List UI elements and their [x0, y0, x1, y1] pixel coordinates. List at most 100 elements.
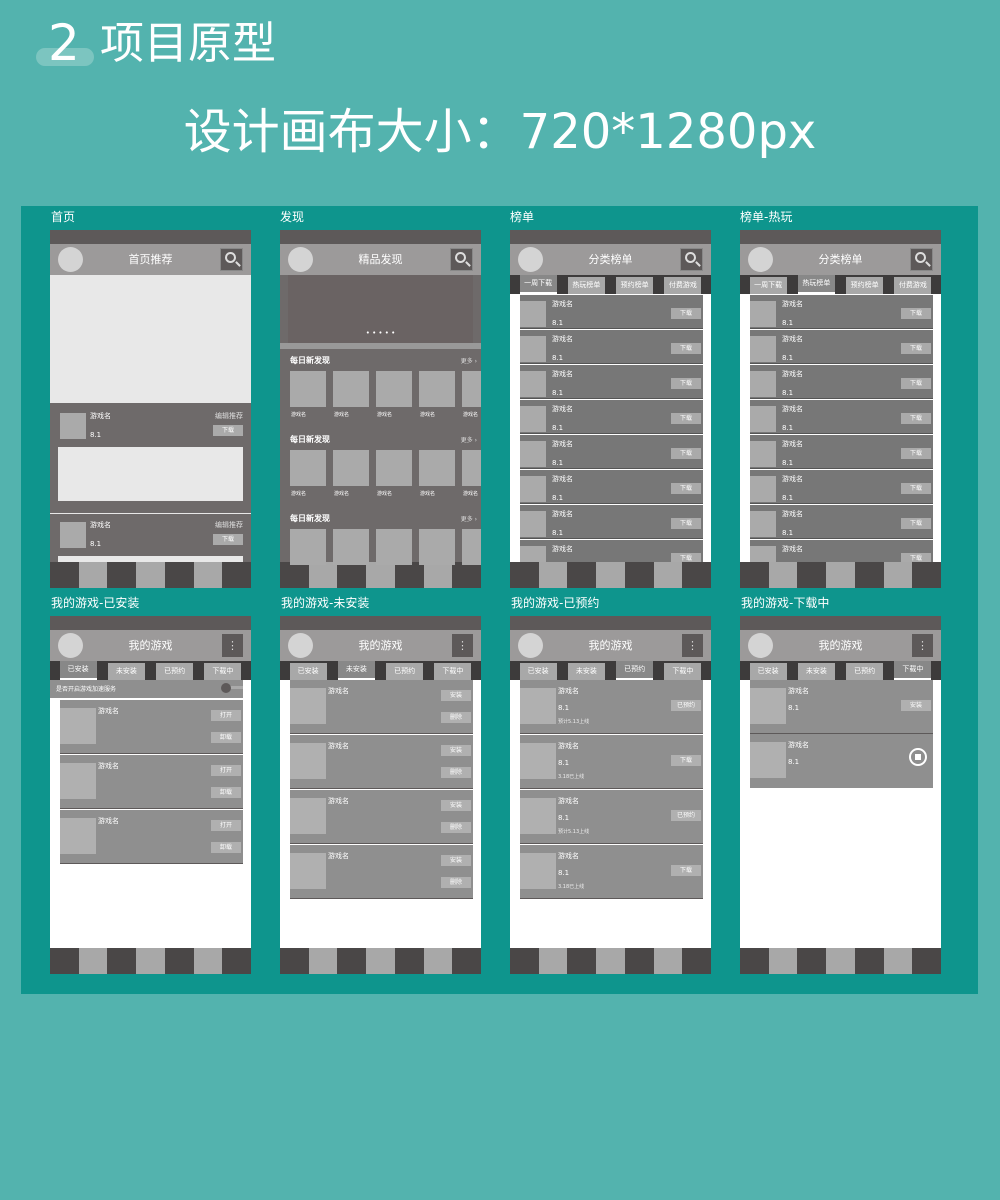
- bottom-nav[interactable]: [50, 562, 251, 588]
- game-row[interactable]: 游戏名 安装 删除: [290, 680, 473, 734]
- search-button[interactable]: [450, 248, 473, 271]
- tab-reserved[interactable]: 已预约: [156, 663, 194, 680]
- delete-button[interactable]: 删除: [441, 767, 471, 778]
- bottom-nav[interactable]: [280, 562, 481, 588]
- download-button[interactable]: 下载: [671, 308, 701, 319]
- game-tile[interactable]: [376, 450, 412, 486]
- featured-card[interactable]: 游戏名 8.1 编辑推荐 下载: [50, 403, 251, 513]
- tab-downloading[interactable]: 下载中: [204, 663, 242, 680]
- rank-row[interactable]: 游戏名 8.1 下载: [520, 505, 703, 539]
- game-tile[interactable]: [419, 529, 455, 565]
- tab-installed[interactable]: 已安装: [519, 663, 557, 680]
- rank-row[interactable]: 游戏名 8.1 下载: [750, 435, 933, 469]
- rank-row[interactable]: 游戏名 8.1 下载: [750, 330, 933, 364]
- open-button[interactable]: 打开: [211, 710, 241, 721]
- rank-row[interactable]: 游戏名 8.1 下载: [750, 505, 933, 539]
- game-row[interactable]: 游戏名 8.1 预计5.13上线 已预约: [520, 790, 703, 844]
- rank-row[interactable]: 游戏名 8.1 下载: [520, 470, 703, 504]
- install-button[interactable]: 安装: [901, 700, 931, 711]
- game-row[interactable]: 游戏名 安装 删除: [290, 790, 473, 844]
- tab-installed[interactable]: 已安装: [59, 661, 97, 680]
- tab-installed[interactable]: 已安装: [749, 663, 787, 680]
- uninstall-button[interactable]: 卸载: [211, 732, 241, 743]
- reserved-button[interactable]: 已预约: [671, 700, 701, 711]
- game-tile[interactable]: [290, 371, 326, 407]
- more-link[interactable]: 更多 ›: [461, 514, 477, 523]
- game-row[interactable]: 游戏名 打开 卸载: [60, 810, 243, 864]
- tab-weekly[interactable]: 一周下载: [519, 275, 557, 294]
- game-tile[interactable]: [333, 529, 369, 565]
- tab-reserved[interactable]: 已预约: [846, 663, 884, 680]
- game-row[interactable]: 游戏名 8.1 安装: [750, 680, 933, 734]
- game-tile[interactable]: [290, 529, 326, 565]
- game-row[interactable]: 游戏名 安装 删除: [290, 845, 473, 899]
- more-menu-icon[interactable]: ⋮: [682, 634, 703, 657]
- download-button[interactable]: 下载: [901, 413, 931, 424]
- reserved-button[interactable]: 已预约: [671, 810, 701, 821]
- bottom-nav[interactable]: [740, 948, 941, 974]
- download-button[interactable]: 下载: [901, 483, 931, 494]
- bottom-nav[interactable]: [280, 948, 481, 974]
- download-button[interactable]: 下载: [671, 448, 701, 459]
- rank-row[interactable]: 游戏名 8.1 下载: [520, 295, 703, 329]
- tab-reserved[interactable]: 已预约: [386, 663, 424, 680]
- tab-weekly[interactable]: 一周下载: [749, 277, 787, 294]
- tab-reserve[interactable]: 预约榜单: [616, 277, 654, 294]
- download-progress-icon[interactable]: [909, 748, 927, 766]
- delete-button[interactable]: 删除: [441, 822, 471, 833]
- tab-uninstalled[interactable]: 未安装: [797, 663, 835, 680]
- rank-row[interactable]: 游戏名 8.1 下载: [520, 435, 703, 469]
- game-tile[interactable]: [419, 450, 455, 486]
- game-row[interactable]: 游戏名 8.1: [750, 734, 933, 788]
- game-tile[interactable]: [290, 450, 326, 486]
- download-button[interactable]: 下载: [671, 483, 701, 494]
- download-button[interactable]: 下载: [901, 378, 931, 389]
- game-row[interactable]: 游戏名 安装 删除: [290, 735, 473, 789]
- rank-row[interactable]: 游戏名 8.1 下载: [750, 365, 933, 399]
- tab-paid[interactable]: 付费游戏: [664, 277, 702, 294]
- download-button[interactable]: 下载: [901, 448, 931, 459]
- rank-row[interactable]: 游戏名 8.1 下载: [750, 400, 933, 434]
- search-button[interactable]: [680, 248, 703, 271]
- game-tile[interactable]: [462, 371, 481, 407]
- more-menu-icon[interactable]: ⋮: [912, 634, 933, 657]
- install-button[interactable]: 安装: [441, 745, 471, 756]
- game-row[interactable]: 游戏名 8.1 3.18已上线 下载: [520, 845, 703, 899]
- tab-downloading[interactable]: 下载中: [664, 663, 702, 680]
- download-button[interactable]: 下载: [671, 755, 701, 766]
- open-button[interactable]: 打开: [211, 820, 241, 831]
- search-button[interactable]: [910, 248, 933, 271]
- rank-row[interactable]: 游戏名 8.1 下载: [520, 365, 703, 399]
- delete-button[interactable]: 删除: [441, 877, 471, 888]
- game-row[interactable]: 游戏名 打开 卸载: [60, 755, 243, 809]
- game-row[interactable]: 游戏名 8.1 3.18已上线 下载: [520, 735, 703, 789]
- game-row[interactable]: 游戏名 打开 卸载: [60, 700, 243, 754]
- tab-downloading[interactable]: 下载中: [894, 661, 932, 680]
- install-button[interactable]: 安装: [441, 800, 471, 811]
- game-tile[interactable]: [462, 450, 481, 486]
- game-tile[interactable]: [333, 371, 369, 407]
- download-button[interactable]: 下载: [213, 425, 243, 436]
- tab-reserve[interactable]: 预约榜单: [846, 277, 884, 294]
- install-button[interactable]: 安装: [441, 690, 471, 701]
- rank-row[interactable]: 游戏名 8.1 下载: [520, 330, 703, 364]
- uninstall-button[interactable]: 卸载: [211, 842, 241, 853]
- game-tile[interactable]: [376, 371, 412, 407]
- bottom-nav[interactable]: [50, 948, 251, 974]
- open-button[interactable]: 打开: [211, 765, 241, 776]
- more-menu-icon[interactable]: ⋮: [222, 634, 243, 657]
- bottom-nav[interactable]: [740, 562, 941, 588]
- tab-downloading[interactable]: 下载中: [434, 663, 472, 680]
- tab-uninstalled[interactable]: 未安装: [567, 663, 605, 680]
- download-button[interactable]: 下载: [671, 518, 701, 529]
- game-row[interactable]: 游戏名 8.1 预计5.13上线 已预约: [520, 680, 703, 734]
- more-link[interactable]: 更多 ›: [461, 435, 477, 444]
- more-link[interactable]: 更多 ›: [461, 356, 477, 365]
- rank-row[interactable]: 游戏名 8.1 下载: [520, 400, 703, 434]
- search-button[interactable]: [220, 248, 243, 271]
- toggle-knob[interactable]: [221, 683, 231, 693]
- download-button[interactable]: 下载: [901, 343, 931, 354]
- uninstall-button[interactable]: 卸载: [211, 787, 241, 798]
- more-menu-icon[interactable]: ⋮: [452, 634, 473, 657]
- download-button[interactable]: 下载: [901, 308, 931, 319]
